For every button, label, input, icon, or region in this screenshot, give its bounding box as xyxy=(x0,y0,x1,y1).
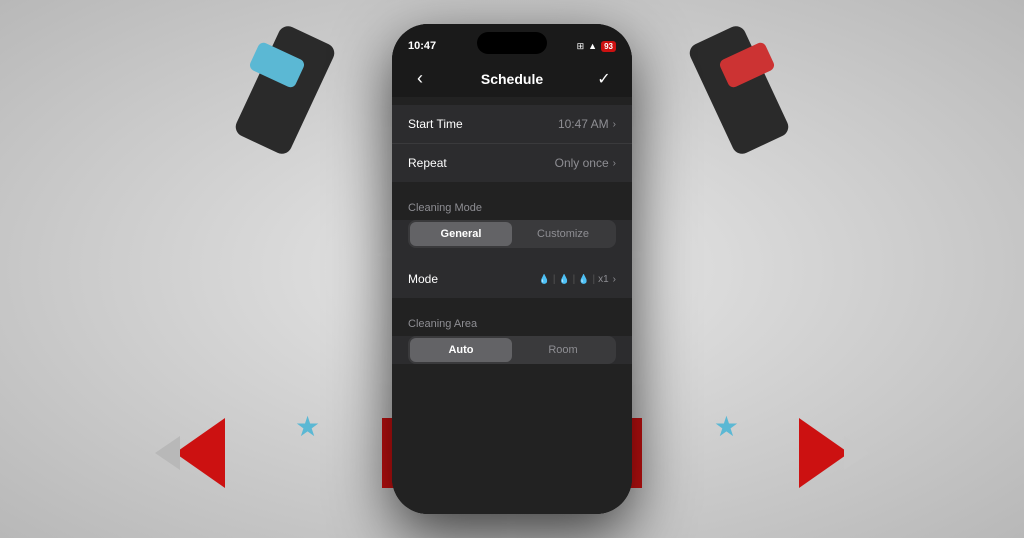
segment-auto[interactable]: Auto xyxy=(410,338,512,362)
time-repeat-section: Start Time 10:47 AM › Repeat Only once › xyxy=(392,105,632,182)
vacuum-right xyxy=(686,23,791,157)
water-icon-2: 💧 xyxy=(558,274,569,285)
start-time-label: Start Time xyxy=(408,117,463,131)
red-arrow-right-notch xyxy=(844,436,869,470)
segment-general[interactable]: General xyxy=(410,222,512,246)
start-time-chevron-icon: › xyxy=(613,119,616,130)
cleaning-mode-section: Cleaning Mode General Customize Mode 💧 |… xyxy=(392,194,632,298)
cleaning-mode-header: Cleaning Mode xyxy=(392,194,632,220)
sep-1: | xyxy=(553,274,556,285)
nav-title: Schedule xyxy=(481,71,543,87)
cleaning-area-header: Cleaning Area xyxy=(392,310,632,336)
repeat-text: Only once xyxy=(555,156,609,170)
red-arrow-left xyxy=(175,418,225,488)
mode-icons: 💧 | 💧 | 💧 | x1 xyxy=(539,274,609,285)
battery-badge: 93 xyxy=(601,41,616,52)
start-time-text: 10:47 AM xyxy=(558,117,609,131)
star-left-icon: ★ xyxy=(295,410,320,443)
cleaning-area-segment: Auto Room xyxy=(408,336,616,364)
sep-3: | xyxy=(592,274,595,285)
water-icon-1: 💧 xyxy=(539,274,550,285)
back-button[interactable]: ‹ xyxy=(408,68,432,89)
star-right-icon: ★ xyxy=(714,410,739,443)
sep-2: | xyxy=(573,274,576,285)
repeat-chevron-icon: › xyxy=(613,158,616,169)
nav-bar: ‹ Schedule ✓ xyxy=(392,60,632,97)
segment-customize[interactable]: Customize xyxy=(512,222,614,246)
water-icon-3: 💧 xyxy=(578,274,589,285)
red-arrow-right xyxy=(799,418,849,488)
phone: 10:47 ⊞ ▲ 93 ‹ Schedule ✓ xyxy=(392,24,632,514)
spacer-top xyxy=(392,97,632,105)
mode-value: 💧 | 💧 | 💧 | x1 › xyxy=(539,274,616,285)
mode-chevron-icon: › xyxy=(613,274,616,285)
phone-screen: ‹ Schedule ✓ Start Time 10:47 AM › xyxy=(392,60,632,514)
vacuum-left xyxy=(232,23,337,157)
cleaning-mode-segment: General Customize xyxy=(408,220,616,248)
screen-content: Start Time 10:47 AM › Repeat Only once › xyxy=(392,97,632,514)
repeat-row[interactable]: Repeat Only once › xyxy=(392,144,632,182)
status-icons: ⊞ ▲ 93 xyxy=(577,41,616,52)
phone-body: 10:47 ⊞ ▲ 93 ‹ Schedule ✓ xyxy=(392,24,632,514)
grid-icon: ⊞ xyxy=(577,41,585,52)
confirm-button[interactable]: ✓ xyxy=(592,69,616,89)
dynamic-island xyxy=(477,32,547,54)
repeat-label: Repeat xyxy=(408,156,447,170)
segment-room[interactable]: Room xyxy=(512,338,614,362)
repeat-value: Only once › xyxy=(555,156,616,170)
start-time-row[interactable]: Start Time 10:47 AM › xyxy=(392,105,632,144)
wifi-icon: ▲ xyxy=(588,41,597,51)
cleaning-area-section: Cleaning Area Auto Room xyxy=(392,310,632,364)
mode-row[interactable]: Mode 💧 | 💧 | 💧 | x1 › xyxy=(392,260,632,298)
mode-x1-text: x1 xyxy=(598,274,609,285)
mode-label: Mode xyxy=(408,272,438,286)
red-arrow-left-notch xyxy=(155,436,180,470)
start-time-value: 10:47 AM › xyxy=(558,117,616,131)
status-time: 10:47 xyxy=(408,40,436,52)
